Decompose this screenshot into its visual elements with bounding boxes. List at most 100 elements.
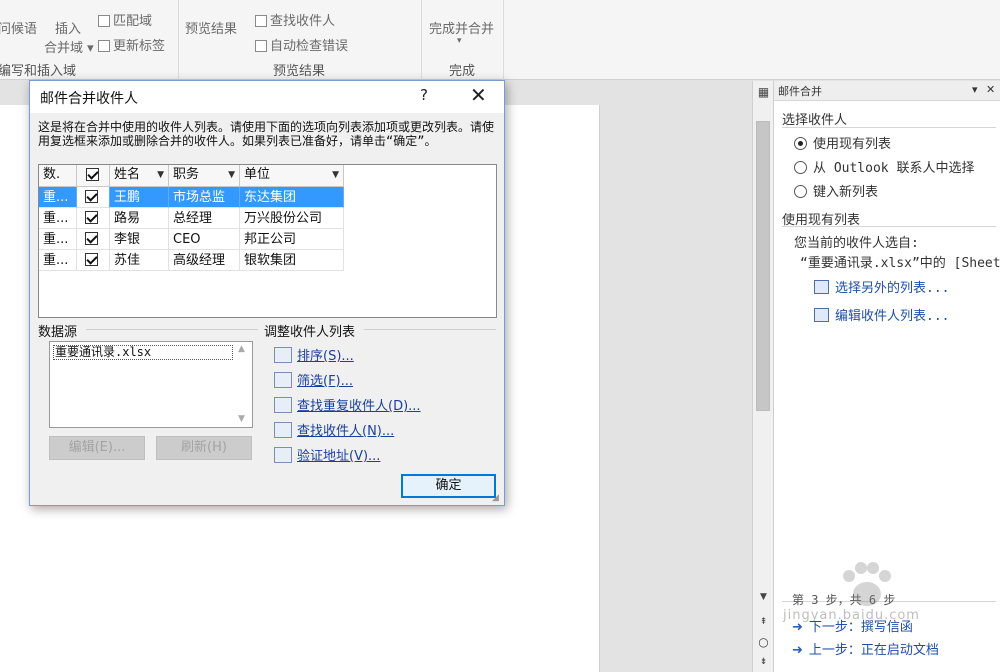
help-icon[interactable]: ? <box>420 86 428 104</box>
radio-button[interactable] <box>794 161 807 174</box>
radio-outlook-contacts[interactable]: 从 Outlook 联系人中选择 <box>794 157 974 176</box>
greeting-line-button[interactable]: 问候语 <box>0 18 37 37</box>
validate-addresses-link[interactable]: 验证地址(V)... <box>274 445 380 464</box>
preview-results-button[interactable]: 预览结果 <box>185 18 237 37</box>
column-header-title[interactable]: 职务 ▼ <box>169 165 240 187</box>
radio-button-selected[interactable] <box>794 137 807 150</box>
ribbon-separator <box>421 0 422 80</box>
refresh-button[interactable]: 刷新(H) <box>156 436 252 460</box>
table-row[interactable]: 重... 李银 CEO 邦正公司 <box>39 229 344 250</box>
column-header-name[interactable]: 姓名 ▼ <box>110 165 169 187</box>
vertical-scrollbar[interactable]: ▦ ▼ ⇞ ○ ⇟ <box>752 81 773 672</box>
ribbon-separator <box>178 0 179 80</box>
find-duplicates-link[interactable]: 查找重复收件人(D)... <box>274 395 421 414</box>
column-header-source[interactable]: 数. <box>39 165 77 187</box>
merge-field-button[interactable]: 合并域 ▾ <box>44 37 94 56</box>
select-another-list-link[interactable]: 选择另外的列表... <box>814 277 949 296</box>
cell-checkbox[interactable] <box>77 250 110 271</box>
cell-source: 重... <box>39 208 77 229</box>
edit-button[interactable]: 编辑(E)... <box>49 436 145 460</box>
ruler-toggle-icon[interactable]: ▦ <box>756 85 771 100</box>
cell-name: 王鹏 <box>110 187 169 208</box>
radio-button[interactable] <box>794 185 807 198</box>
task-pane-options-icon[interactable]: ▾ <box>972 83 978 96</box>
include-checkbox[interactable] <box>85 232 98 245</box>
auto-check-errors-button[interactable]: 自动检查错误 <box>255 35 348 54</box>
finish-merge-dropdown-icon[interactable]: ▾ <box>457 36 462 46</box>
match-fields-button[interactable]: 匹配域 <box>98 10 152 29</box>
next-page-icon[interactable]: ⇟ <box>756 655 771 670</box>
datasource-item[interactable]: 重要通讯录.xlsx <box>53 345 233 360</box>
resize-grip-icon[interactable]: ◢ <box>492 493 502 503</box>
group-label-write-insert: 编写和插入域 <box>0 64 77 79</box>
ribbon: 问候语 插入 合并域 ▾ 匹配域 更新标签 编写和插入域 预览结果 查找收件人 … <box>0 0 1000 80</box>
find-recipient-button[interactable]: 查找收件人 <box>255 10 335 29</box>
ribbon-separator <box>503 0 504 80</box>
filter-icon <box>274 372 292 388</box>
include-checkbox[interactable] <box>85 253 98 266</box>
cell-source: 重... <box>39 229 77 250</box>
filter-link[interactable]: 筛选(F)... <box>274 370 353 389</box>
scrollbar-thumb[interactable] <box>756 121 770 411</box>
ok-button[interactable]: 确定 <box>401 474 496 498</box>
adjust-list-label: 调整收件人列表 <box>264 325 356 340</box>
include-checkbox[interactable] <box>85 211 98 224</box>
cell-company: 东达集团 <box>240 187 344 208</box>
previous-page-icon[interactable]: ⇞ <box>756 615 771 630</box>
find-recipient-link[interactable]: 查找收件人(N)... <box>274 420 394 439</box>
close-icon[interactable]: ✕ <box>470 83 487 107</box>
cell-company: 万兴股份公司 <box>240 208 344 229</box>
scroll-up-icon[interactable]: ▲ <box>238 344 245 354</box>
group-label-preview: 预览结果 <box>273 64 326 79</box>
edit-recipient-list-link[interactable]: 编辑收件人列表... <box>814 305 949 324</box>
scroll-down-icon[interactable]: ▼ <box>238 414 245 424</box>
column-header-company[interactable]: 单位 ▼ <box>240 165 344 187</box>
cell-title: 市场总监 <box>169 187 240 208</box>
section-divider <box>86 329 258 330</box>
scroll-down-arrow-icon[interactable]: ▼ <box>756 590 771 605</box>
select-all-checkbox[interactable] <box>86 168 99 181</box>
dialog-titlebar[interactable]: 邮件合并收件人 ? ✕ <box>30 81 504 113</box>
cell-name: 苏佳 <box>110 250 169 271</box>
dialog-description: 这是将在合并中使用的收件人列表。请使用下面的选项向列表添加项或更改列表。请使用复… <box>38 120 495 148</box>
auto-check-icon <box>255 40 267 52</box>
baidu-jingyan-watermark: jingyan.baidu.com <box>775 560 995 670</box>
table-icon <box>814 280 829 294</box>
edit-list-icon <box>814 308 829 322</box>
task-pane-close-icon[interactable]: ✕ <box>986 83 995 96</box>
find-recipient-icon <box>255 15 267 27</box>
update-labels-button[interactable]: 更新标签 <box>98 35 165 54</box>
finish-merge-button[interactable]: 完成并合并 <box>429 18 494 37</box>
table-row[interactable]: 重... 苏佳 高级经理 银软集团 <box>39 250 344 271</box>
insert-button[interactable]: 插入 <box>55 18 81 37</box>
cell-checkbox[interactable] <box>77 208 110 229</box>
table-row[interactable]: 重... 王鹏 市场总监 东达集团 <box>39 187 344 208</box>
select-browse-object-icon[interactable]: ○ <box>756 635 771 650</box>
include-checkbox[interactable] <box>85 190 98 203</box>
sort-link[interactable]: 排序(S)... <box>274 345 354 364</box>
cell-title: CEO <box>169 229 240 250</box>
current-recipients-file: “重要通讯录.xlsx”中的 [Sheet <box>800 256 1000 271</box>
radio-type-new-list[interactable]: 键入新列表 <box>794 181 878 200</box>
cell-source: 重... <box>39 250 77 271</box>
radio-use-existing-list[interactable]: 使用现有列表 <box>794 133 891 152</box>
datasource-listbox[interactable]: 重要通讯录.xlsx ▲ ▼ <box>49 341 253 428</box>
current-recipients-label: 您当前的收件人选自: <box>794 236 919 251</box>
cell-name: 路易 <box>110 208 169 229</box>
table-row[interactable]: 重... 路易 总经理 万兴股份公司 <box>39 208 344 229</box>
cell-company: 银软集团 <box>240 250 344 271</box>
section-divider <box>782 127 996 128</box>
sort-dropdown-icon[interactable]: ▼ <box>157 165 164 185</box>
cell-checkbox[interactable] <box>77 229 110 250</box>
recipients-grid[interactable]: 数. 姓名 ▼ 职务 ▼ 单位 ▼ 重... 王鹏 市场总监 东达集团 重... 路易… <box>38 164 497 318</box>
cell-checkbox[interactable] <box>77 187 110 208</box>
dialog-title: 邮件合并收件人 <box>40 91 138 107</box>
sort-dropdown-icon[interactable]: ▼ <box>332 165 339 185</box>
validate-address-icon <box>274 447 292 463</box>
duplicates-icon <box>274 397 292 413</box>
listbox-scrollbar[interactable]: ▲ ▼ <box>235 342 252 427</box>
section-divider <box>364 329 496 330</box>
cell-name: 李银 <box>110 229 169 250</box>
sort-dropdown-icon[interactable]: ▼ <box>228 165 235 185</box>
column-header-checkbox[interactable] <box>77 165 110 187</box>
